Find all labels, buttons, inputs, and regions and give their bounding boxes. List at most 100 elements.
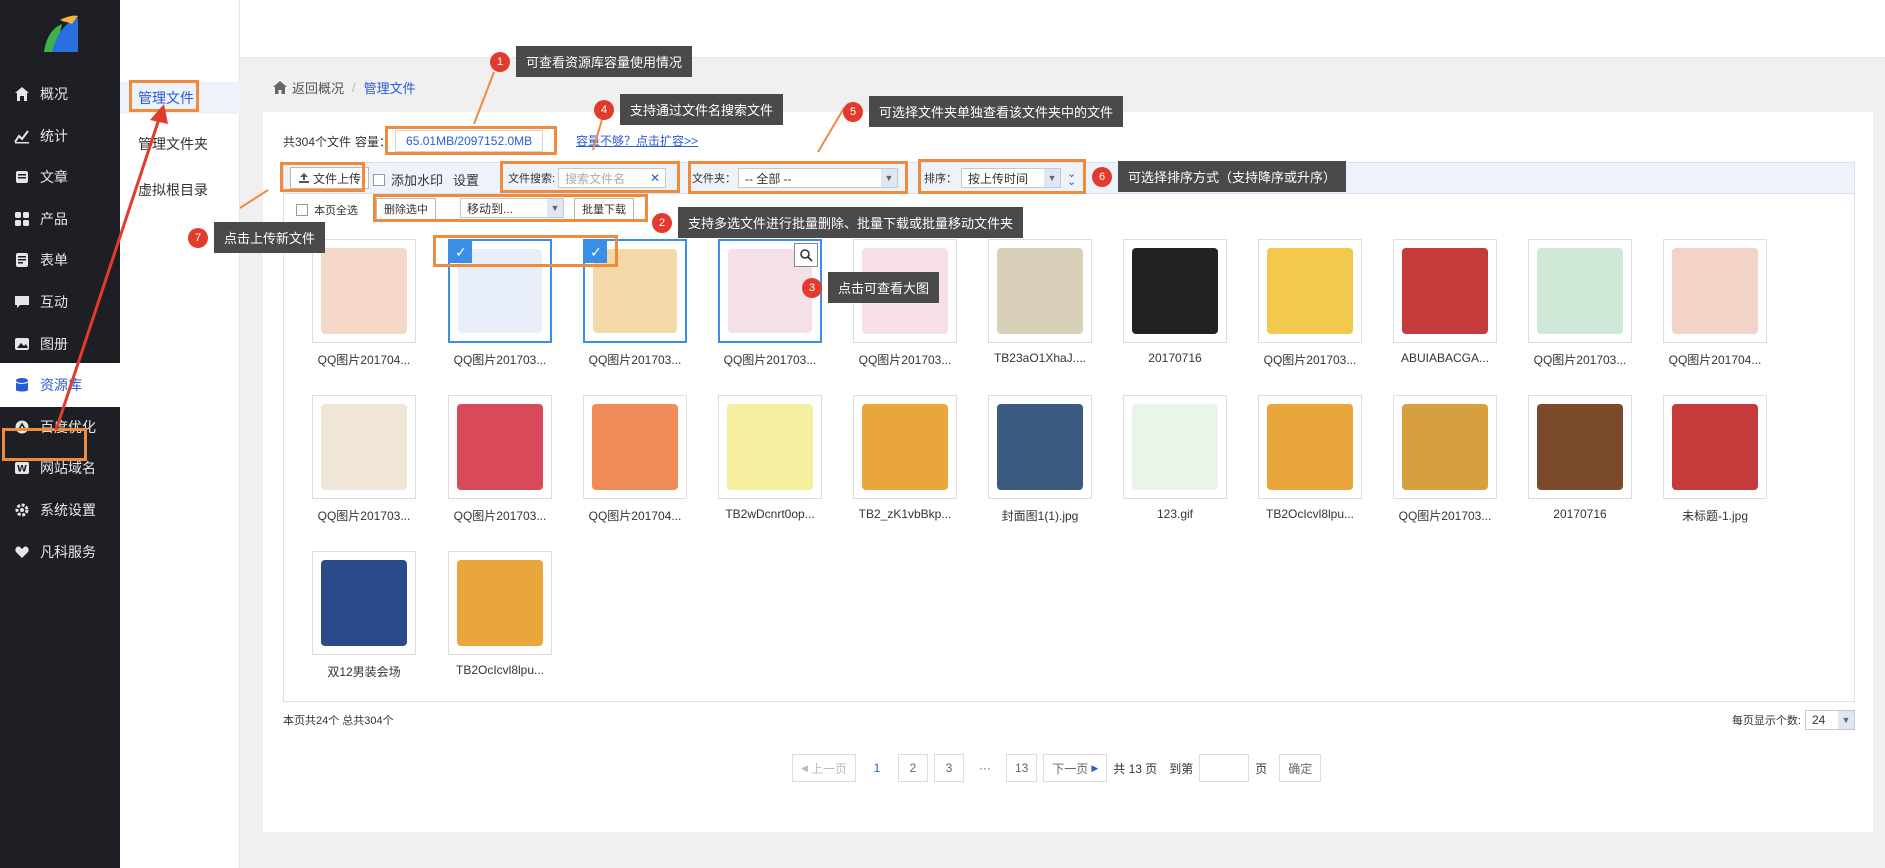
file-thumbnail[interactable] <box>312 551 416 655</box>
file-tile[interactable]: QQ图片201704... <box>1663 239 1767 368</box>
file-tile[interactable]: 未标题-1.jpg <box>1663 395 1767 524</box>
thumbnail-image <box>1402 248 1488 334</box>
page-13-link[interactable]: 13 <box>1005 754 1038 782</box>
thumbnail-image <box>1672 248 1758 334</box>
file-tile[interactable]: 封面图1(1).jpg <box>988 395 1092 524</box>
goto-page-input[interactable] <box>1199 754 1250 782</box>
callout-pointer-lines <box>239 71 845 209</box>
thumbnail-image <box>997 248 1083 334</box>
callout-5: 5 可选择文件夹单独查看该文件夹中的文件 <box>843 96 1124 127</box>
file-name: TB2_zK1vbBkp... <box>858 507 952 521</box>
file-name: 20170716 <box>1553 507 1607 521</box>
thumbnail-image <box>1267 404 1353 490</box>
next-arrow-icon: ▶ <box>1091 762 1099 773</box>
thumbnail-image <box>457 560 543 646</box>
callout-number: 2 <box>652 212 672 233</box>
callout-number: 4 <box>594 99 614 120</box>
file-thumbnail[interactable] <box>1663 395 1767 499</box>
thumbnail-image <box>1132 248 1218 334</box>
file-thumbnail[interactable] <box>988 239 1092 343</box>
file-tile[interactable]: QQ图片201703... <box>1528 239 1632 368</box>
file-thumbnail[interactable] <box>1393 395 1497 499</box>
file-name: QQ图片201703... <box>723 353 817 367</box>
sidebar-item-label: 网站域名 <box>40 460 96 476</box>
file-tile[interactable]: TB2wDcnrt0op... <box>718 395 822 521</box>
svg-text:W: W <box>17 465 27 475</box>
file-name: TB23aO1XhaJ.... <box>993 351 1087 365</box>
file-tile[interactable]: QQ图片201704... <box>583 395 687 524</box>
file-tile[interactable]: 20170716 <box>1123 239 1227 365</box>
file-name: ABUIABACGA... <box>1400 351 1490 365</box>
file-thumbnail[interactable] <box>1663 239 1767 343</box>
callout-text: 可查看资源库容量使用情况 <box>516 46 693 77</box>
file-tile[interactable]: QQ图片201703... <box>1258 239 1362 368</box>
thumbnail-image <box>862 404 948 490</box>
gear-icon <box>14 502 30 518</box>
callout-3: 3 点击可查看大图 <box>802 272 940 303</box>
file-thumbnail[interactable] <box>448 395 552 499</box>
thumbnail-image <box>1132 404 1218 490</box>
callout-text: 可选择文件夹单独查看该文件夹中的文件 <box>869 96 1124 127</box>
file-name: 123.gif <box>1156 507 1194 521</box>
file-thumbnail[interactable] <box>312 395 416 499</box>
file-thumbnail[interactable] <box>988 395 1092 499</box>
file-tile[interactable]: TB23aO1XhaJ.... <box>988 239 1092 365</box>
file-name: QQ图片201703... <box>858 353 952 367</box>
chevron-down-icon: ▼ <box>1838 711 1854 729</box>
file-name: QQ图片201703... <box>1533 353 1627 367</box>
goto-confirm-button[interactable]: 确定 <box>1279 754 1322 782</box>
thumbnail-image <box>1672 404 1758 490</box>
file-tile[interactable]: QQ图片201703... <box>312 395 416 524</box>
file-thumbnail[interactable] <box>853 395 957 499</box>
next-page-button[interactable]: 下一页 ▶ <box>1043 754 1108 782</box>
page-summary: 本页共24个 总共304个 <box>283 715 394 727</box>
file-thumbnail[interactable] <box>448 551 552 655</box>
thumbnail-image <box>727 404 813 490</box>
thumbnail-image <box>321 560 407 646</box>
next-label: 下一页 <box>1052 761 1089 776</box>
callout-number: 5 <box>843 101 863 122</box>
callout-2: 2 支持多选文件进行批量删除、批量下载或批量移动文件夹 <box>652 207 1024 238</box>
thumbnail-image <box>1267 248 1353 334</box>
file-tile[interactable]: 123.gif <box>1123 395 1227 521</box>
callout-7: 7 点击上传新文件 <box>188 222 326 253</box>
thumbnail-image <box>1537 248 1623 334</box>
file-tile[interactable]: TB2_zK1vbBkp... <box>853 395 957 521</box>
goto-label: 到第 <box>1169 761 1194 776</box>
file-thumbnail[interactable] <box>1258 395 1362 499</box>
file-tile[interactable]: 20170716 <box>1528 395 1632 521</box>
sidebar-item-label: 系统设置 <box>40 502 96 518</box>
prev-arrow-icon: ◀ <box>801 762 808 773</box>
prev-page-button[interactable]: ◀ 上一页 <box>792 754 856 782</box>
file-tile[interactable]: 双12男装会场 <box>312 551 416 680</box>
file-thumbnail[interactable] <box>1528 395 1632 499</box>
file-tile[interactable]: ABUIABACGA... <box>1393 239 1497 365</box>
highlight-sort <box>918 159 1086 194</box>
file-thumbnail[interactable] <box>1123 395 1227 499</box>
sidebar-item-11[interactable]: 凡科服务 <box>0 530 120 574</box>
page-2-link[interactable]: 2 <box>897 754 928 782</box>
per-page-select[interactable]: 24 ▼ <box>1805 710 1855 730</box>
file-thumbnail[interactable] <box>1123 239 1227 343</box>
sidebar-item-10[interactable]: 系统设置 <box>0 488 120 532</box>
file-tile[interactable]: TB2OcIcvl8lpu... <box>1258 395 1362 521</box>
file-tile[interactable]: QQ图片201703... <box>1393 395 1497 524</box>
thumbnail-image <box>997 404 1083 490</box>
file-tile[interactable]: QQ图片201703... <box>448 395 552 524</box>
file-tile[interactable]: TB2OcIcvl8lpu... <box>448 551 552 677</box>
file-name: QQ图片201703... <box>1398 509 1492 523</box>
callout-text: 点击可查看大图 <box>828 272 940 303</box>
per-page-value: 24 <box>1812 713 1826 727</box>
callout-number: 6 <box>1092 166 1112 187</box>
thumbnail-image <box>1537 404 1623 490</box>
thumbnail-image <box>457 404 543 490</box>
page-1-link[interactable]: 1 <box>861 754 892 782</box>
file-thumbnail[interactable] <box>583 395 687 499</box>
page-3-link[interactable]: 3 <box>933 754 964 782</box>
sidebar-item-label: 凡科服务 <box>40 544 96 560</box>
file-thumbnail[interactable] <box>1258 239 1362 343</box>
file-thumbnail[interactable] <box>1393 239 1497 343</box>
file-name: QQ图片201703... <box>453 353 547 367</box>
file-thumbnail[interactable] <box>1528 239 1632 343</box>
file-thumbnail[interactable] <box>718 395 822 499</box>
